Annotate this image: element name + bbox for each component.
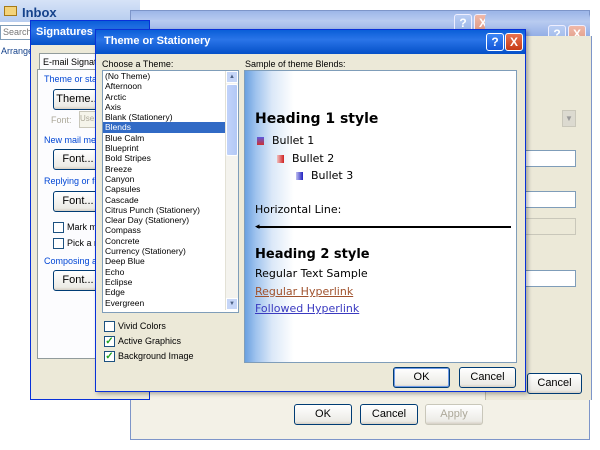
bullet1-icon (257, 137, 264, 145)
theme-list-item[interactable]: Compass (103, 225, 225, 235)
theme-list-item[interactable]: Bold Stripes (103, 153, 225, 163)
background-image-checkbox[interactable]: ✓ (104, 351, 115, 362)
theme-list-item[interactable]: Blueprint (103, 143, 225, 153)
theme-listbox[interactable]: (No Theme) Afternoon Arctic Axis Blank (Stat… (102, 70, 239, 313)
theme-list-item[interactable]: Deep Blue (103, 256, 225, 266)
inbox-title: Inbox (22, 5, 57, 20)
preview-bullet2: Bullet 2 (292, 152, 335, 165)
line-arrow-icon: ◂ (255, 221, 260, 231)
theme-list-item[interactable]: Echo (103, 267, 225, 277)
theme-list-item[interactable]: Capsules (103, 184, 225, 194)
options-ok-button[interactable]: OK (294, 404, 352, 425)
theme-list-item[interactable]: Currency (Stationery) (103, 246, 225, 256)
theme-list-scrollbar[interactable]: ▲ ▼ (225, 71, 238, 310)
theme-list-item[interactable]: Breeze (103, 164, 225, 174)
preview-bullet1: Bullet 1 (272, 134, 315, 147)
inbox-arrange-label[interactable]: Arrange (1, 46, 33, 56)
theme-preview: Heading 1 style Bullet 1 Bullet 2 Bullet… (244, 70, 517, 363)
right-field-3 (520, 218, 576, 235)
theme-list-item[interactable]: Blank (Stationery) (103, 112, 225, 122)
preview-followed-link[interactable]: Followed Hyperlink (255, 302, 359, 315)
compose-label: Composing and reading plain text message… (44, 256, 99, 266)
bullet3-icon (296, 172, 303, 180)
preview-heading1: Heading 1 style (255, 111, 379, 127)
sample-label: Sample of theme Blends: (245, 59, 346, 69)
scroll-up-arrow-icon[interactable]: ▲ (226, 71, 238, 83)
vivid-colors-checkbox[interactable] (104, 321, 115, 332)
right-field-2[interactable] (520, 191, 576, 208)
theme-list-item[interactable]: Eclipse (103, 277, 225, 287)
theme-list-item[interactable]: (No Theme) (103, 71, 225, 81)
active-graphics-checkbox[interactable]: ✓ (104, 336, 115, 347)
font-dropdown-arrow-icon[interactable]: ▼ (562, 110, 576, 127)
theme-list-item[interactable]: Cascade (103, 195, 225, 205)
inbox-search-input[interactable]: Search (0, 25, 34, 40)
theme-list-item[interactable]: Axis (103, 102, 225, 112)
mail-icon (4, 6, 17, 16)
inbox-header (0, 0, 140, 22)
theme-list-item[interactable]: Blue Calm (103, 133, 225, 143)
theme-section-label: Theme or stationery (44, 74, 99, 84)
scroll-down-arrow-icon[interactable]: ▼ (226, 298, 238, 310)
active-graphics-label: Active Graphics (118, 336, 182, 346)
theme-help-button[interactable]: ? (486, 33, 504, 51)
mark-comments-label: Mark my comments with: (67, 222, 97, 232)
preview-bullet3: Bullet 3 (311, 169, 354, 182)
theme-list-item[interactable]: Blends (103, 122, 225, 133)
options-apply-button[interactable]: Apply (425, 404, 483, 425)
signatures-title: Signatures and Stationery (36, 26, 101, 38)
theme-dialog-title: Theme or Stationery (104, 35, 211, 47)
theme-list-item[interactable]: Arctic (103, 92, 225, 102)
preview-horizontal-line (257, 226, 511, 228)
right-field-1[interactable] (520, 150, 576, 167)
theme-list-item[interactable]: Canyon (103, 174, 225, 184)
mark-comments-checkbox[interactable] (53, 222, 64, 233)
theme-ok-button[interactable]: OK (393, 367, 450, 388)
right-field-4[interactable] (520, 270, 576, 287)
theme-list-item[interactable]: Clear Day (Stationery) (103, 215, 225, 225)
background-image-label: Background Image (118, 351, 194, 361)
theme-list-item[interactable]: Evergreen (103, 298, 225, 308)
reply-label: Replying or forwarding messages (44, 176, 99, 186)
theme-list-item[interactable]: Citrus Punch (Stationery) (103, 205, 225, 215)
options-cancel-button[interactable]: Cancel (360, 404, 418, 425)
signatures-tab[interactable]: E-mail Signature (39, 53, 102, 70)
font-label: Font: (51, 115, 72, 125)
theme-list-item[interactable]: Edge (103, 287, 225, 297)
new-mail-label: New mail messages (44, 135, 99, 145)
scroll-thumb[interactable] (226, 84, 238, 156)
preview-heading2: Heading 2 style (255, 247, 370, 262)
pick-color-checkbox[interactable] (53, 238, 64, 249)
preview-regular-text: Regular Text Sample (255, 267, 368, 280)
pick-color-label: Pick a new color when replying or forwar… (67, 238, 97, 248)
choose-theme-label: Choose a Theme: (102, 59, 174, 69)
bullet2-icon (277, 155, 284, 163)
theme-list-item[interactable]: Concrete (103, 236, 225, 246)
theme-close-button[interactable]: X (505, 33, 523, 51)
theme-list-item[interactable]: Afternoon (103, 81, 225, 91)
preview-regular-link[interactable]: Regular Hyperlink (255, 285, 353, 298)
preview-horizontal-line-label: Horizontal Line: (255, 203, 342, 216)
vivid-colors-label: Vivid Colors (118, 321, 166, 331)
theme-list: (No Theme) Afternoon Arctic Axis Blank (Stat… (103, 71, 225, 308)
signatures-cancel-button[interactable]: Cancel (527, 373, 582, 394)
theme-dialog: Theme or Stationery ? X Choose a Theme: … (95, 29, 526, 392)
theme-cancel-button[interactable]: Cancel (459, 367, 516, 388)
